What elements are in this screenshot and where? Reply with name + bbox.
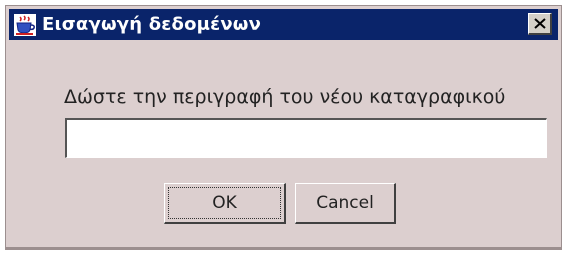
input-dialog-window: Εισαγωγή δεδομένων Δώστε την περιγραφή τ… <box>5 5 562 250</box>
cancel-button[interactable]: Cancel <box>295 183 396 224</box>
ok-button[interactable]: OK <box>164 183 286 224</box>
cancel-button-label: Cancel <box>316 193 374 213</box>
description-input[interactable] <box>65 118 547 158</box>
title-bar[interactable]: Εισαγωγή δεδομένων <box>9 9 558 40</box>
close-x-icon <box>533 14 546 33</box>
window-bottom-edge <box>6 247 561 249</box>
close-button[interactable] <box>528 13 552 35</box>
java-coffee-cup-icon <box>14 13 36 36</box>
focus-indicator <box>168 187 281 219</box>
window-title: Εισαγωγή δεδομένων <box>42 14 262 35</box>
prompt-label: Δώστε την περιγραφή του νέου καταγραφικο… <box>64 86 506 108</box>
